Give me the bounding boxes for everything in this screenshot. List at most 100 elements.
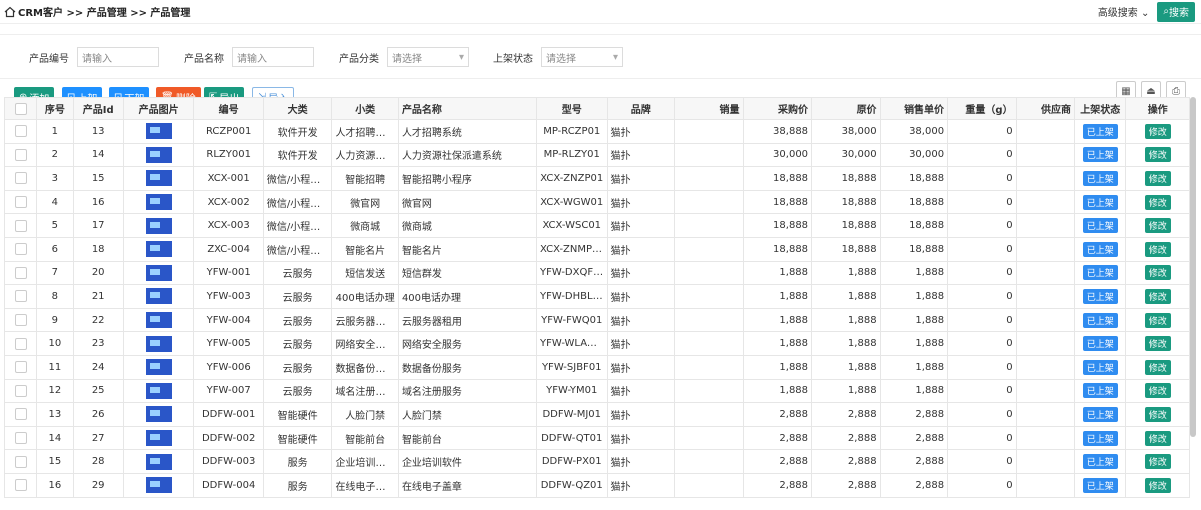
table-row[interactable]: 2 14 RLZY001 软件开发 人力资源社... 人力资源社保派遣系统 MP-RLZY0… xyxy=(4,142,1190,168)
status-badge[interactable]: 已上架 xyxy=(1082,170,1118,186)
table-row[interactable]: 5 17 XCX-003 微信/小程序... 微商城 微商城 XCX-WSC01 猫扑 18,8… xyxy=(4,213,1190,238)
table-row[interactable]: 10 23 YFW-005 云服务 网络安全服务 网络安全服务 YFW-WLAQ01 猫扑 1,… xyxy=(4,331,1190,356)
table-row[interactable]: 16 29 DDFW-004 服务 在线电子盖章 在线电子盖章 DDFW-QZ01 猫扑 2,8… xyxy=(4,472,1190,498)
row-checkbox[interactable] xyxy=(14,125,27,138)
row-select-cell[interactable] xyxy=(4,378,38,404)
status-badge[interactable]: 已上架 xyxy=(1082,406,1118,422)
edit-button[interactable]: 修改 xyxy=(1144,383,1171,399)
edit-button[interactable]: 修改 xyxy=(1144,454,1171,470)
row-select-cell[interactable] xyxy=(4,236,38,262)
status-badge[interactable]: 已上架 xyxy=(1082,194,1118,210)
edit-button[interactable]: 修改 xyxy=(1144,430,1171,446)
row-checkbox[interactable] xyxy=(14,384,27,397)
row-checkbox[interactable] xyxy=(14,172,27,185)
status-badge[interactable]: 已上架 xyxy=(1082,147,1118,163)
row-checkbox[interactable] xyxy=(14,455,27,468)
product-category-select[interactable]: 请选择 ▾ xyxy=(387,47,469,67)
edit-button[interactable]: 修改 xyxy=(1144,170,1171,186)
row-checkbox[interactable] xyxy=(14,196,27,209)
status-badge[interactable]: 已上架 xyxy=(1082,241,1118,257)
status-badge[interactable]: 已上架 xyxy=(1082,454,1118,470)
edit-button[interactable]: 修改 xyxy=(1144,265,1171,281)
status-badge[interactable]: 已上架 xyxy=(1082,477,1118,493)
product-thumbnail[interactable] xyxy=(145,453,172,470)
row-select-cell[interactable] xyxy=(4,142,38,168)
row-select-cell[interactable] xyxy=(4,331,38,356)
edit-button[interactable]: 修改 xyxy=(1144,336,1171,352)
edit-button[interactable]: 修改 xyxy=(1144,123,1171,139)
row-select-cell[interactable] xyxy=(4,260,38,286)
row-select-cell[interactable] xyxy=(4,449,38,474)
table-row[interactable]: 15 28 DDFW-003 服务 企业培训软件 企业培训软件 DDFW-PX01 猫扑 2,8… xyxy=(4,449,1190,474)
product-thumbnail[interactable] xyxy=(145,382,172,399)
row-checkbox[interactable] xyxy=(14,361,27,374)
product-thumbnail[interactable] xyxy=(145,264,172,281)
row-select-cell[interactable] xyxy=(4,189,38,215)
row-checkbox[interactable] xyxy=(14,219,27,232)
status-badge[interactable]: 已上架 xyxy=(1082,218,1118,234)
edit-button[interactable]: 修改 xyxy=(1144,312,1171,328)
advanced-search-link[interactable]: 高级搜索 ⌄ xyxy=(1098,4,1150,19)
product-thumbnail[interactable] xyxy=(145,217,172,234)
edit-button[interactable]: 修改 xyxy=(1144,241,1171,257)
status-badge[interactable]: 已上架 xyxy=(1082,312,1118,328)
status-badge[interactable]: 已上架 xyxy=(1082,383,1118,399)
product-thumbnail[interactable] xyxy=(145,406,172,423)
table-row[interactable]: 3 15 XCX-001 微信/小程序... 智能招聘 智能招聘小程序 XCX-ZNZP01… xyxy=(4,166,1190,191)
edit-button[interactable]: 修改 xyxy=(1144,406,1171,422)
edit-button[interactable]: 修改 xyxy=(1144,288,1171,304)
row-checkbox[interactable] xyxy=(14,337,27,350)
product-thumbnail[interactable] xyxy=(145,170,172,187)
table-row[interactable]: 9 22 YFW-004 云服务 云服务器租用 云服务器租用 YFW-FWQ01 猫扑 1,88… xyxy=(4,307,1190,333)
row-checkbox[interactable] xyxy=(14,148,27,161)
table-row[interactable]: 7 20 YFW-001 云服务 短信发送 短信群发 YFW-DXQF01 猫扑 1,888 1,… xyxy=(4,260,1190,286)
edit-button[interactable]: 修改 xyxy=(1144,359,1171,375)
product-thumbnail[interactable] xyxy=(145,335,172,352)
row-select-cell[interactable] xyxy=(4,425,38,451)
product-thumbnail[interactable] xyxy=(145,123,172,140)
table-row[interactable]: 6 18 ZXC-004 微信/小程序... 智能名片 智能名片 XCX-ZNMP01 猫扑 1… xyxy=(4,236,1190,262)
status-badge[interactable]: 已上架 xyxy=(1082,288,1118,304)
row-checkbox[interactable] xyxy=(14,432,27,445)
row-checkbox[interactable] xyxy=(14,408,27,421)
row-select-cell[interactable] xyxy=(4,166,38,191)
product-name-input[interactable]: 请输入 xyxy=(232,47,314,67)
product-thumbnail[interactable] xyxy=(145,241,172,258)
row-select-cell[interactable] xyxy=(4,354,38,380)
status-badge[interactable]: 已上架 xyxy=(1082,430,1118,446)
product-thumbnail[interactable] xyxy=(145,477,172,494)
row-checkbox[interactable] xyxy=(14,243,27,256)
vertical-scrollbar[interactable] xyxy=(1190,97,1196,437)
product-thumbnail[interactable] xyxy=(145,359,172,376)
table-row[interactable]: 4 16 XCX-002 微信/小程序 ﹀ 微官网 微官网 XCX-WGW01 猫扑 18,88… xyxy=(4,189,1190,215)
table-row[interactable]: 1 13 RCZP001 软件开发 人才招聘系统 人才招聘系统 MP-RCZP01 猫扑 38,… xyxy=(4,119,1190,144)
row-select-cell[interactable] xyxy=(4,284,38,309)
table-row[interactable]: 8 21 YFW-003 云服务 400电话办理 400电话办理 YFW-DHBL01 猫扑 1… xyxy=(4,284,1190,309)
select-all-cell[interactable] xyxy=(4,97,38,120)
status-badge[interactable]: 已上架 xyxy=(1082,336,1118,352)
row-checkbox[interactable] xyxy=(14,266,27,279)
row-checkbox[interactable] xyxy=(14,314,27,327)
product-thumbnail[interactable] xyxy=(145,146,172,163)
row-select-cell[interactable] xyxy=(4,472,38,498)
product-code-input[interactable]: 请输入 xyxy=(77,47,159,67)
row-select-cell[interactable] xyxy=(4,119,38,144)
table-row[interactable]: 13 26 DDFW-001 智能硬件 人脸门禁 人脸门禁 DDFW-MJ01 猫扑 2,888… xyxy=(4,402,1190,427)
status-badge[interactable]: 已上架 xyxy=(1082,123,1118,139)
edit-button[interactable]: 修改 xyxy=(1144,477,1171,493)
row-select-cell[interactable] xyxy=(4,307,38,333)
row-select-cell[interactable] xyxy=(4,402,38,427)
edit-button[interactable]: 修改 xyxy=(1144,194,1171,210)
product-thumbnail[interactable] xyxy=(145,194,172,211)
row-checkbox[interactable] xyxy=(14,290,27,303)
edit-button[interactable]: 修改 xyxy=(1144,147,1171,163)
table-row[interactable]: 11 24 YFW-006 云服务 数据备份服务 数据备份服务 YFW-SJBF01 猫扑 1,… xyxy=(4,354,1190,380)
product-thumbnail[interactable] xyxy=(145,430,172,447)
table-row[interactable]: 12 25 YFW-007 云服务 域名注册服务 域名注册服务 YFW-YM01 猫扑 1,88… xyxy=(4,378,1190,404)
listing-status-select[interactable]: 请选择 ▾ xyxy=(541,47,623,67)
edit-button[interactable]: 修改 xyxy=(1144,218,1171,234)
row-checkbox[interactable] xyxy=(14,479,27,492)
product-thumbnail[interactable] xyxy=(145,312,172,329)
status-badge[interactable]: 已上架 xyxy=(1082,359,1118,375)
select-all-checkbox[interactable] xyxy=(14,102,27,115)
